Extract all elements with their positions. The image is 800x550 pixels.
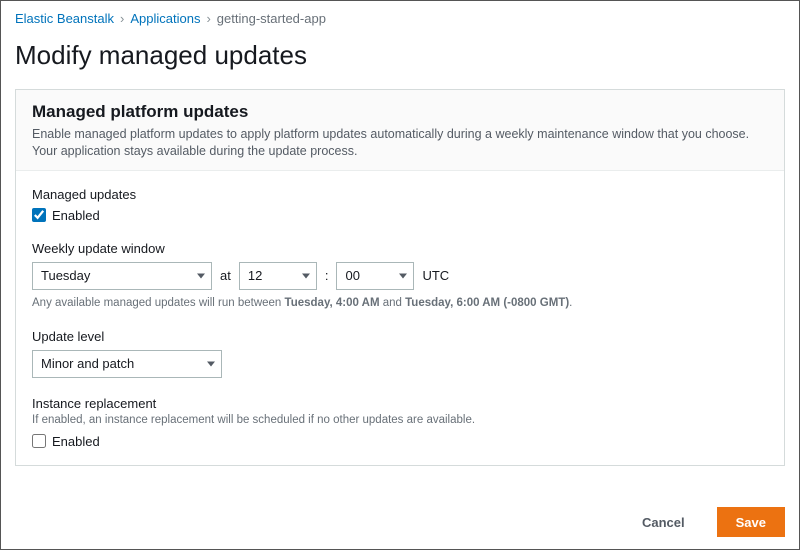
update-level-field: Update level Minor and patch <box>32 329 768 378</box>
weekly-window-day-value: Tuesday <box>41 268 90 283</box>
managed-updates-panel: Managed platform updates Enable managed … <box>15 89 785 466</box>
instance-replacement-field: Instance replacement If enabled, an inst… <box>32 396 768 449</box>
panel-heading: Managed platform updates <box>32 102 768 122</box>
hint-suffix: . <box>569 297 572 309</box>
hint-prefix: Any available managed updates will run b… <box>32 297 285 309</box>
managed-updates-label: Managed updates <box>32 187 768 202</box>
footer-actions: Cancel Save <box>624 507 785 537</box>
weekly-window-label: Weekly update window <box>32 241 768 256</box>
managed-updates-enabled-label: Enabled <box>52 208 100 223</box>
chevron-down-icon <box>207 361 215 366</box>
cancel-button[interactable]: Cancel <box>624 507 703 537</box>
instance-replacement-enabled-row[interactable]: Enabled <box>32 434 768 449</box>
hint-start-time: Tuesday, 4:00 AM <box>285 297 380 309</box>
breadcrumb-root[interactable]: Elastic Beanstalk <box>15 11 114 26</box>
weekly-window-day-select[interactable]: Tuesday <box>32 262 212 290</box>
panel-header: Managed platform updates Enable managed … <box>16 90 784 171</box>
chevron-down-icon <box>399 273 407 278</box>
chevron-right-icon: › <box>206 11 210 26</box>
breadcrumb: Elastic Beanstalk › Applications › getti… <box>15 11 785 26</box>
managed-updates-enabled-checkbox[interactable] <box>32 208 46 222</box>
panel-body: Managed updates Enabled Weekly update wi… <box>16 171 784 465</box>
hint-mid: and <box>380 297 406 309</box>
weekly-window-hint: Any available managed updates will run b… <box>32 296 768 311</box>
weekly-window-hour-value: 12 <box>248 268 262 283</box>
instance-replacement-hint: If enabled, an instance replacement will… <box>32 413 768 428</box>
chevron-down-icon <box>302 273 310 278</box>
instance-replacement-enabled-checkbox[interactable] <box>32 434 46 448</box>
save-button[interactable]: Save <box>717 507 785 537</box>
weekly-window-minute-value: 00 <box>345 268 359 283</box>
update-level-select[interactable]: Minor and patch <box>32 350 222 378</box>
breadcrumb-applications[interactable]: Applications <box>130 11 200 26</box>
page-title: Modify managed updates <box>15 40 785 71</box>
instance-replacement-label: Instance replacement <box>32 396 768 411</box>
chevron-down-icon <box>197 273 205 278</box>
weekly-window-minute-select[interactable]: 00 <box>336 262 414 290</box>
update-level-value: Minor and patch <box>41 356 134 371</box>
weekly-window-field: Weekly update window Tuesday at 12 : 00 … <box>32 241 768 311</box>
weekly-window-tz: UTC <box>422 268 449 283</box>
weekly-window-hour-select[interactable]: 12 <box>239 262 317 290</box>
hint-end-time: Tuesday, 6:00 AM (-0800 GMT) <box>405 297 569 309</box>
breadcrumb-current: getting-started-app <box>217 11 326 26</box>
panel-description: Enable managed platform updates to apply… <box>32 126 768 160</box>
managed-updates-field: Managed updates Enabled <box>32 187 768 223</box>
weekly-window-controls: Tuesday at 12 : 00 UTC <box>32 262 768 290</box>
weekly-window-colon: : <box>325 268 329 283</box>
update-level-label: Update level <box>32 329 768 344</box>
chevron-right-icon: › <box>120 11 124 26</box>
instance-replacement-enabled-label: Enabled <box>52 434 100 449</box>
weekly-window-at-text: at <box>220 268 231 283</box>
managed-updates-enabled-row[interactable]: Enabled <box>32 208 768 223</box>
